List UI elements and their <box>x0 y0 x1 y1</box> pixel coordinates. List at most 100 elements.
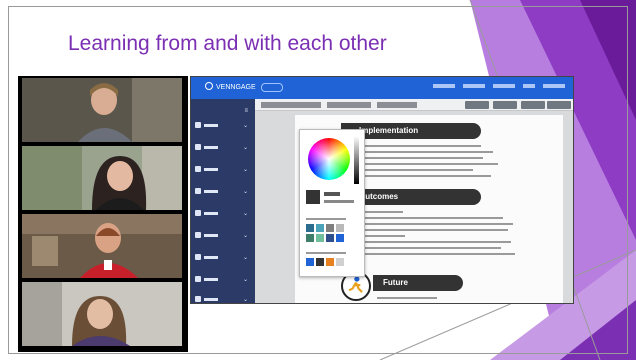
text-line <box>363 253 515 255</box>
color-swatch[interactable] <box>306 234 314 242</box>
hex-input[interactable] <box>324 192 340 196</box>
sidebar-menu-icon[interactable]: ≡ <box>195 107 251 117</box>
editor-toolbar <box>255 99 573 111</box>
toolbar-format[interactable] <box>327 102 371 108</box>
sidebar-icon <box>195 188 201 194</box>
text-line <box>363 229 508 231</box>
future-header[interactable]: Future <box>373 275 463 291</box>
chevron-down-icon: ⌄ <box>242 255 248 261</box>
sidebar-item[interactable]: ⌄ <box>195 295 251 303</box>
participant-4-image <box>22 282 182 346</box>
nav-link[interactable] <box>523 84 535 88</box>
chevron-down-icon: ⌄ <box>242 189 248 195</box>
participant-video-1 <box>22 78 182 142</box>
text-line <box>363 217 503 219</box>
text-line <box>363 157 483 159</box>
editor-canvas: Implementation Outcomes Future <box>255 99 573 303</box>
text-line <box>363 163 498 165</box>
logo-icon <box>205 82 213 90</box>
participant-1-image <box>22 78 182 142</box>
sidebar-item[interactable]: ⌄ <box>195 121 251 131</box>
sidebar-item[interactable]: ⌄ <box>195 143 251 153</box>
text-line <box>363 145 481 147</box>
participant-video-2 <box>22 146 182 210</box>
sidebar-item[interactable]: ⌄ <box>195 253 251 263</box>
text-line <box>363 247 501 249</box>
color-swatch[interactable] <box>306 224 314 232</box>
text-line <box>363 223 513 225</box>
text-line <box>363 211 403 213</box>
toolbar-button[interactable] <box>547 101 571 109</box>
color-swatch[interactable] <box>336 258 344 266</box>
plan-badge <box>261 83 283 92</box>
color-swatch[interactable] <box>336 234 344 242</box>
app-logo: VENNGAGE <box>205 82 256 91</box>
sidebar-label <box>204 124 218 127</box>
color-swatch[interactable] <box>306 258 314 266</box>
sidebar-label <box>204 298 218 301</box>
sidebar-icon <box>195 210 201 216</box>
participant-2-image <box>22 146 182 210</box>
chevron-down-icon: ⌄ <box>242 145 248 151</box>
sidebar-label <box>204 212 218 215</box>
swatch-label <box>306 218 346 220</box>
color-swatch[interactable] <box>326 258 334 266</box>
nav-link[interactable] <box>433 84 455 88</box>
sidebar-item[interactable]: ⌄ <box>195 187 251 197</box>
sidebar-label <box>204 256 218 259</box>
color-swatch[interactable] <box>326 234 334 242</box>
text-line <box>363 175 491 177</box>
sidebar-label <box>204 168 218 171</box>
text-line <box>363 241 511 243</box>
color-swatch[interactable] <box>316 258 324 266</box>
color-swatch[interactable] <box>316 234 324 242</box>
chevron-down-icon: ⌄ <box>242 211 248 217</box>
color-picker-popup <box>299 129 365 277</box>
text-line <box>377 297 437 299</box>
chevron-down-icon: ⌄ <box>242 297 248 303</box>
toolbar-button[interactable] <box>521 101 545 109</box>
color-swatch[interactable] <box>336 224 344 232</box>
participant-video-4 <box>22 282 182 346</box>
chevron-down-icon: ⌄ <box>242 233 248 239</box>
brightness-slider[interactable] <box>354 136 359 184</box>
editor-sidebar: ≡ ⌄ ⌄ ⌄ ⌄ ⌄ ⌄ ⌄ ⌄ ⌄ <box>191 99 255 303</box>
video-call-panel <box>18 76 188 352</box>
sidebar-icon <box>195 296 201 302</box>
rgb-inputs[interactable] <box>324 200 354 203</box>
color-swatch[interactable] <box>326 224 334 232</box>
toolbar-tools[interactable] <box>261 102 321 108</box>
sidebar-label <box>204 234 218 237</box>
text-line <box>363 151 493 153</box>
app-logo-text: VENNGAGE <box>216 84 256 91</box>
nav-link[interactable] <box>463 84 485 88</box>
nav-link[interactable] <box>493 84 515 88</box>
menu-icon: ≡ <box>244 108 248 114</box>
text-line <box>363 169 473 171</box>
sidebar-icon <box>195 122 201 128</box>
chevron-down-icon: ⌄ <box>242 123 248 129</box>
sidebar-label <box>204 278 218 281</box>
color-swatch[interactable] <box>316 224 324 232</box>
toolbar-zoom[interactable] <box>377 102 417 108</box>
toolbar-button[interactable] <box>465 101 489 109</box>
account-link[interactable] <box>543 84 565 88</box>
toolbar-button[interactable] <box>493 101 517 109</box>
sidebar-item[interactable]: ⌄ <box>195 209 251 219</box>
chevron-down-icon: ⌄ <box>242 167 248 173</box>
sidebar-icon <box>195 254 201 260</box>
sidebar-icon <box>195 166 201 172</box>
color-wheel[interactable] <box>308 138 350 180</box>
editor-screenshot: VENNGAGE ≡ ⌄ ⌄ ⌄ ⌄ ⌄ ⌄ ⌄ ⌄ ⌄ Implementat… <box>190 76 574 304</box>
current-color-swatch[interactable] <box>306 190 320 204</box>
sidebar-icon <box>195 232 201 238</box>
text-line <box>363 235 405 237</box>
sidebar-icon <box>195 276 201 282</box>
presentation-slide: Learning from and with each other VENNGA… <box>0 0 636 360</box>
sidebar-item[interactable]: ⌄ <box>195 231 251 241</box>
sidebar-item[interactable]: ⌄ <box>195 275 251 285</box>
swatch-label <box>306 252 346 254</box>
sidebar-item[interactable]: ⌄ <box>195 165 251 175</box>
sidebar-label <box>204 190 218 193</box>
participant-3-image <box>22 214 182 278</box>
